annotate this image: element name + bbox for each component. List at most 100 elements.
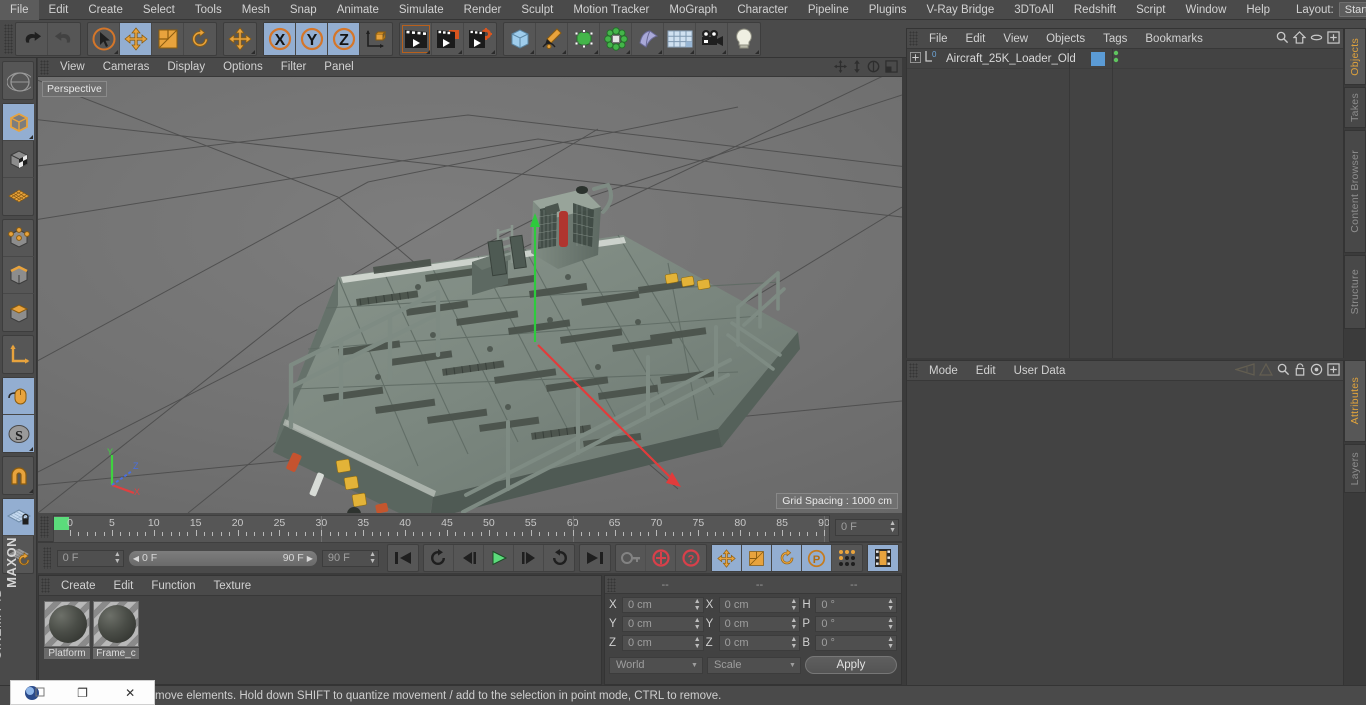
rotation-input[interactable]: 0 ° ▲ ▼ bbox=[815, 616, 898, 632]
redo-button[interactable] bbox=[48, 23, 80, 55]
stepper-icon[interactable]: ▲ ▼ bbox=[369, 551, 376, 565]
menu-script[interactable]: Script bbox=[1126, 0, 1175, 20]
add-scene-object-button[interactable] bbox=[632, 22, 664, 55]
play-button[interactable] bbox=[484, 545, 514, 571]
menu-simulate[interactable]: Simulate bbox=[389, 0, 454, 20]
size-mode-dropdown[interactable]: Scale ▼ bbox=[706, 656, 801, 674]
current-frame-field[interactable]: 0 F ▲ ▼ bbox=[56, 549, 124, 567]
uv-polygons-mode-button[interactable] bbox=[3, 178, 34, 215]
go-to-start-button[interactable] bbox=[388, 545, 418, 571]
frame-range-slider[interactable]: ◀ 0 F 90 F ▶ bbox=[127, 549, 318, 567]
attribute-grip[interactable] bbox=[909, 363, 918, 378]
add-floor-button[interactable] bbox=[664, 22, 696, 55]
range-right-arrow-icon[interactable]: ▶ bbox=[307, 554, 313, 563]
app-icon[interactable] bbox=[11, 680, 59, 705]
coordinate-grip[interactable] bbox=[607, 577, 616, 592]
viewport-menu-view[interactable]: View bbox=[51, 58, 94, 77]
position-key-toggle[interactable] bbox=[712, 545, 742, 571]
ellipse-icon[interactable] bbox=[1310, 31, 1323, 47]
position-input[interactable]: 0 cm ▲ ▼ bbox=[622, 597, 704, 613]
close-button[interactable]: ✕ bbox=[106, 680, 154, 705]
world-object-coordinate-toggle[interactable] bbox=[360, 23, 392, 55]
rotation-key-toggle[interactable] bbox=[772, 545, 802, 571]
model-mode-button[interactable] bbox=[3, 104, 34, 141]
expand-plus-icon[interactable] bbox=[910, 51, 921, 66]
stepper-icon[interactable]: ▲ ▼ bbox=[790, 636, 797, 650]
search-icon[interactable] bbox=[1276, 31, 1289, 47]
stepper-icon[interactable]: ▲ ▼ bbox=[790, 598, 797, 612]
right-tab-layers[interactable]: Layers bbox=[1344, 444, 1366, 493]
menu-sculpt[interactable]: Sculpt bbox=[511, 0, 563, 20]
edges-mode-button[interactable] bbox=[3, 257, 34, 294]
coordinate-system-dropdown[interactable]: World ▼ bbox=[609, 656, 703, 674]
position-input[interactable]: 0 cm ▲ ▼ bbox=[622, 616, 704, 632]
move-view-icon[interactable] bbox=[834, 60, 847, 76]
maximize-view-icon[interactable] bbox=[885, 60, 898, 76]
object-axis-mode-button[interactable] bbox=[3, 336, 34, 373]
rotation-input[interactable]: 0 ° ▲ ▼ bbox=[815, 635, 898, 651]
home-icon[interactable] bbox=[1292, 31, 1307, 47]
points-mode-button[interactable] bbox=[3, 220, 34, 257]
size-input[interactable]: 0 cm ▲ ▼ bbox=[718, 597, 801, 613]
next-arrow-icon[interactable] bbox=[1258, 362, 1274, 379]
object-menu-bookmarks[interactable]: Bookmarks bbox=[1136, 29, 1212, 49]
prev-arrow-icon[interactable] bbox=[1233, 363, 1255, 379]
right-tab-attributes[interactable]: Attributes bbox=[1344, 360, 1366, 442]
material-list[interactable]: Platform Frame_c bbox=[39, 596, 601, 684]
menu-pipeline[interactable]: Pipeline bbox=[798, 0, 859, 20]
lock-icon[interactable] bbox=[1294, 363, 1306, 379]
viewport-menu-cameras[interactable]: Cameras bbox=[94, 58, 159, 77]
snap-magnet-button[interactable] bbox=[3, 457, 34, 494]
scale-tool[interactable] bbox=[152, 22, 184, 55]
move-tool-alt[interactable] bbox=[224, 23, 256, 55]
menu-animate[interactable]: Animate bbox=[327, 0, 389, 20]
viewport-menu-display[interactable]: Display bbox=[158, 58, 214, 77]
stepper-icon[interactable]: ▲ ▼ bbox=[887, 598, 894, 612]
preview-end-field[interactable]: 90 F ▲ ▼ bbox=[321, 549, 379, 567]
add-camera-button[interactable] bbox=[696, 22, 728, 55]
attribute-menu-user-data[interactable]: User Data bbox=[1005, 361, 1075, 381]
stepper-icon[interactable]: ▲ ▼ bbox=[694, 636, 701, 650]
layer-color-swatch[interactable] bbox=[1090, 51, 1105, 66]
viewport-menu-panel[interactable]: Panel bbox=[315, 58, 362, 77]
stepper-icon[interactable]: ▲ ▼ bbox=[694, 617, 701, 631]
object-row[interactable]: 0 Aircraft_25K_Loader_Old bbox=[907, 49, 1343, 69]
viewport-menu-filter[interactable]: Filter bbox=[272, 58, 316, 77]
add-cube-button[interactable] bbox=[504, 22, 536, 55]
object-menu-view[interactable]: View bbox=[994, 29, 1037, 49]
object-tree[interactable]: 0 Aircraft_25K_Loader_Old bbox=[907, 49, 1343, 358]
menu-edit[interactable]: Edit bbox=[39, 0, 79, 20]
object-manager-grip[interactable] bbox=[909, 31, 918, 46]
layout-dropdown[interactable]: Startup ▼ bbox=[1338, 2, 1366, 17]
step-back-button[interactable] bbox=[454, 545, 484, 571]
material-menu-function[interactable]: Function bbox=[142, 576, 204, 596]
rotation-input[interactable]: 0 ° ▲ ▼ bbox=[815, 597, 898, 613]
playback-grip[interactable] bbox=[43, 547, 51, 569]
material-item[interactable]: Platform bbox=[44, 601, 90, 684]
size-input[interactable]: 0 cm ▲ ▼ bbox=[718, 616, 801, 632]
go-to-next-keyframe-button[interactable] bbox=[544, 545, 574, 571]
material-menu-edit[interactable]: Edit bbox=[105, 576, 143, 596]
menu-tools[interactable]: Tools bbox=[185, 0, 232, 20]
menu-mesh[interactable]: Mesh bbox=[232, 0, 280, 20]
menu-v-ray-bridge[interactable]: V-Ray Bridge bbox=[916, 0, 1004, 20]
rotate-tool[interactable] bbox=[184, 23, 216, 55]
timeline-end-frame-field[interactable]: 0 F ▲ ▼ bbox=[835, 518, 899, 536]
timeline-ruler[interactable]: 051015202530354045505560657075808590 bbox=[53, 515, 830, 543]
autokeying-button[interactable] bbox=[646, 545, 676, 571]
add-light-button[interactable] bbox=[728, 23, 760, 55]
menu-mograph[interactable]: MoGraph bbox=[659, 0, 727, 20]
stepper-icon[interactable]: ▲ ▼ bbox=[694, 598, 701, 612]
right-tab-content-browser[interactable]: Content Browser bbox=[1344, 130, 1366, 253]
material-preview[interactable] bbox=[93, 601, 139, 647]
range-left-arrow-icon[interactable]: ◀ bbox=[133, 554, 139, 563]
stepper-icon[interactable]: ▲ ▼ bbox=[887, 636, 894, 650]
object-menu-edit[interactable]: Edit bbox=[957, 29, 995, 49]
step-forward-button[interactable] bbox=[514, 545, 544, 571]
record-active-objects-button[interactable] bbox=[616, 545, 646, 571]
menu-file[interactable]: File bbox=[0, 0, 39, 20]
position-input[interactable]: 0 cm ▲ ▼ bbox=[622, 635, 704, 651]
material-grip[interactable] bbox=[41, 578, 50, 593]
material-item[interactable]: Frame_c bbox=[93, 601, 139, 684]
plus-box-icon[interactable] bbox=[1327, 31, 1340, 47]
